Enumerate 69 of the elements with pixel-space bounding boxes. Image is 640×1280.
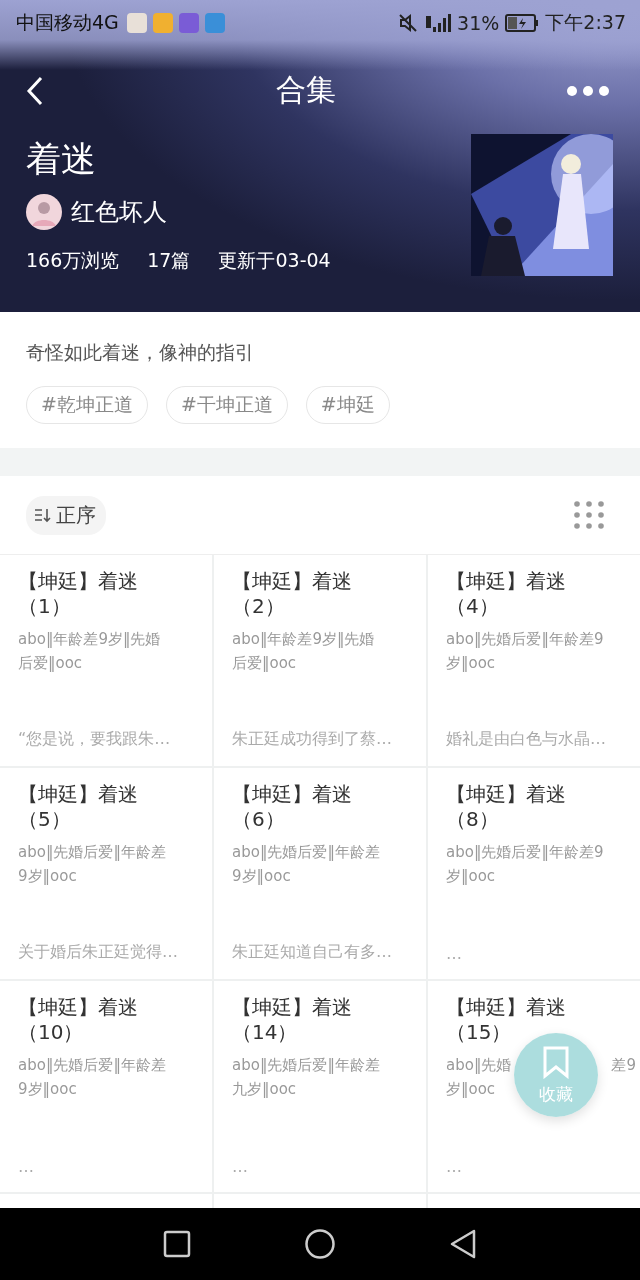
chapter-tags: abo‖先婚后爱‖年龄差 (232, 1053, 380, 1077)
chapter-excerpt: … (232, 1157, 249, 1176)
page-title: 合集 (276, 71, 336, 109)
chapter-tags: abo‖先婚后爱‖年龄差 (18, 1053, 166, 1077)
battery-icon (505, 13, 540, 32)
chapter-excerpt: “您是说，要我跟朱… (18, 729, 172, 750)
chapter-tags: abo‖先婚后爱‖年龄差 (232, 840, 380, 864)
chapter-tags: abo‖先婚后爱‖年龄差9 (446, 840, 604, 864)
chapter-excerpt: 婚礼是由白色与水晶… (446, 729, 607, 750)
notification-icon (204, 12, 225, 33)
chapter-excerpt: … (18, 1157, 35, 1176)
chapter-title: 【坤廷】着迷（10） (18, 995, 139, 1045)
chapter-tags: 后爱‖ooc (18, 651, 83, 675)
chapter-tags: 岁‖ooc (446, 1077, 496, 1101)
chapter-excerpt: 朱正廷成功得到了蔡… (232, 729, 393, 750)
chapter-title: 【坤廷】着迷（1） (18, 569, 139, 619)
collection-description: 奇怪如此着迷，像神的指引 (26, 340, 255, 365)
chapter-card[interactable]: 【坤廷】着迷（8） abo‖先婚后爱‖年龄差9 岁‖ooc … (428, 768, 640, 979)
chapter-tags: 岁‖ooc (446, 651, 496, 675)
chapter-card[interactable]: 【坤廷】着迷（4） abo‖先婚后爱‖年龄差9 岁‖ooc 婚礼是由白色与水晶… (428, 555, 640, 766)
clock: 下午2:37 (545, 9, 626, 35)
chapter-tags: 九岁‖ooc (232, 1077, 297, 1101)
chapter-card[interactable]: 【坤廷】着迷（5） abo‖先婚后爱‖年龄差 9岁‖ooc 关于婚后朱正廷觉得… (0, 768, 212, 979)
home-icon[interactable] (304, 1228, 336, 1260)
back-nav-icon[interactable] (449, 1228, 477, 1260)
stat-text: 166万浏览 (26, 248, 120, 273)
stat-text: 17篇 (147, 248, 191, 273)
chapter-card[interactable]: 【坤廷】着迷（10） abo‖先婚后爱‖年龄差 9岁‖ooc … (0, 981, 212, 1192)
collection-title: 着迷 (26, 138, 97, 181)
sort-icon (34, 506, 52, 524)
chapter-excerpt: 朱正廷知道自己有多… (232, 942, 393, 963)
chapter-tags: 后爱‖ooc (232, 651, 297, 675)
chapter-title: 【坤廷】着迷（8） (446, 782, 567, 832)
chapter-tags: 9岁‖ooc (18, 864, 77, 888)
chapter-card[interactable]: 【坤廷】着迷（14） abo‖先婚后爱‖年龄差 九岁‖ooc … (214, 981, 426, 1192)
chapter-title: 【坤廷】着迷（14） (232, 995, 353, 1045)
recent-apps-icon[interactable] (163, 1230, 191, 1258)
stat-text: 更新于03-04 (218, 248, 331, 273)
chapter-card[interactable]: 【坤廷】着迷（1） abo‖年龄差9岁‖先婚 后爱‖ooc “您是说，要我跟朱… (0, 555, 212, 766)
more-icon[interactable] (566, 84, 610, 97)
chapter-card[interactable]: 【坤廷】着迷（6） abo‖先婚后爱‖年龄差 9岁‖ooc 朱正廷知道自己有多… (214, 768, 426, 979)
chapter-title: 【坤廷】着迷（2） (232, 569, 353, 619)
grid-view-icon[interactable] (574, 501, 604, 529)
chapter-title: 【坤廷】着迷（4） (446, 569, 567, 619)
signal-icon (425, 12, 452, 33)
chapter-tags: abo‖先婚 (446, 1053, 512, 1077)
chapter-tags: 9岁‖ooc (232, 864, 291, 888)
notification-icon (126, 12, 147, 33)
author-name[interactable]: 红色坏人 (71, 196, 167, 228)
chapter-tags: abo‖先婚后爱‖年龄差9 (446, 627, 604, 651)
chapter-tags: 差9 (611, 1053, 636, 1077)
chapter-excerpt: 关于婚后朱正廷觉得… (18, 942, 179, 963)
chapter-tags: 岁‖ooc (446, 864, 496, 888)
avatar[interactable] (26, 194, 62, 230)
notification-icon (152, 12, 173, 33)
chapter-title: 【坤廷】着迷（6） (232, 782, 353, 832)
chapter-tags: abo‖年龄差9岁‖先婚 (232, 627, 375, 651)
bookmark-icon (541, 1044, 571, 1079)
battery-percent: 31% (457, 11, 500, 34)
notification-icon (178, 12, 199, 33)
chapter-excerpt: … (446, 1157, 463, 1176)
chapter-tags: 9岁‖ooc (18, 1077, 77, 1101)
chapter-card[interactable]: 【坤廷】着迷（2） abo‖年龄差9岁‖先婚 后爱‖ooc 朱正廷成功得到了蔡… (214, 555, 426, 766)
chapter-tags: abo‖年龄差9岁‖先婚 (18, 627, 161, 651)
sort-button[interactable]: 正序 (26, 495, 106, 535)
carrier-name: 中国移动4G (16, 9, 119, 35)
chapter-tags: abo‖先婚后爱‖年龄差 (18, 840, 166, 864)
chapter-title: 【坤廷】着迷（5） (18, 782, 139, 832)
chapter-excerpt: … (446, 944, 463, 963)
